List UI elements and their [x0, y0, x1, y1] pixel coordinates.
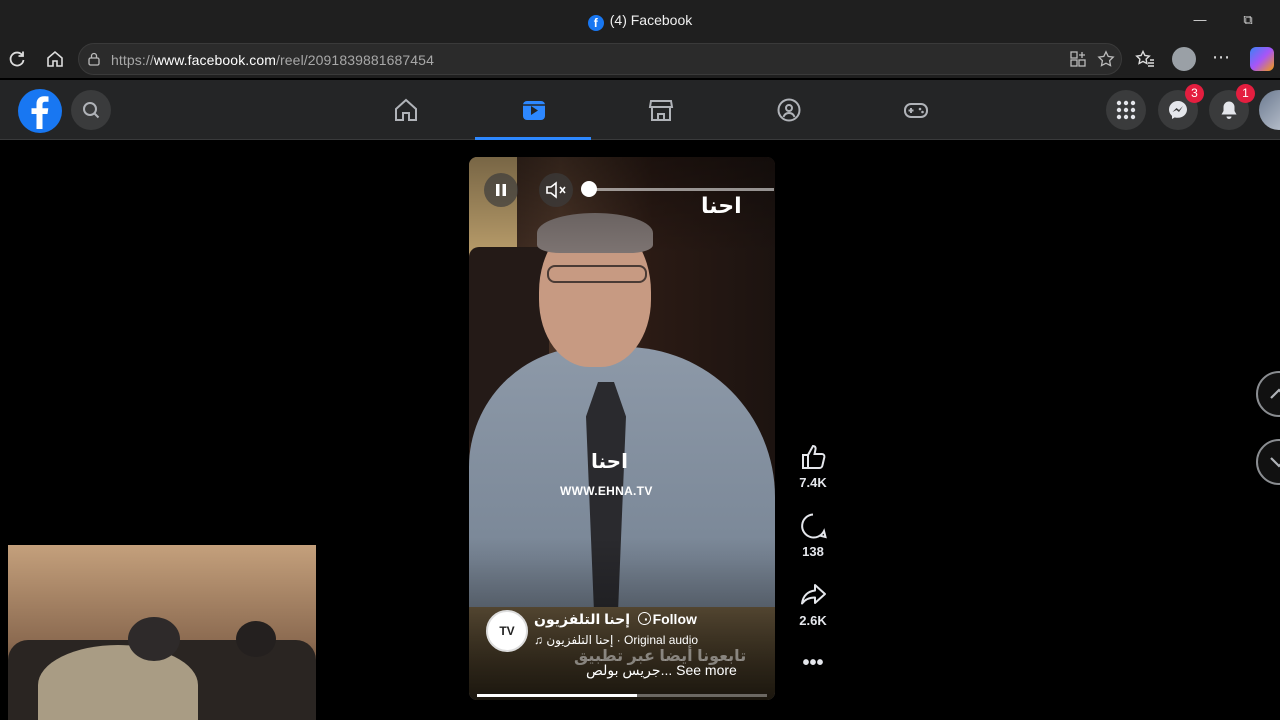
- tab-marketplace[interactable]: [602, 80, 718, 140]
- window-title: f (4) Facebook: [0, 12, 1280, 31]
- menu-button[interactable]: [1106, 90, 1146, 130]
- channel-watermark-center: احنا: [591, 451, 629, 473]
- search-icon: [83, 102, 100, 119]
- grid-menu-icon: [1116, 100, 1136, 120]
- comment-count: 138: [802, 544, 824, 559]
- share-arrow-icon: [801, 584, 826, 605]
- reel-video[interactable]: احنا احنا WWW.EHNA.TV TV إحنا التلفزيون …: [469, 157, 775, 700]
- muted-speaker-icon: [546, 181, 566, 199]
- profile-avatar[interactable]: [1172, 47, 1196, 71]
- copilot-icon[interactable]: [1250, 47, 1274, 71]
- minimize-button[interactable]: —: [1190, 10, 1210, 30]
- notifications-button[interactable]: 1: [1209, 84, 1255, 130]
- messenger-button[interactable]: 3: [1158, 84, 1204, 130]
- messenger-icon: [1169, 101, 1187, 119]
- audio-label[interactable]: ♫ إحنا التلفزيون · Original audio: [534, 633, 698, 647]
- browser-title-bar: f (4) Facebook — ⧉: [0, 0, 1280, 40]
- reel-progress-bar[interactable]: [477, 694, 767, 697]
- lock-icon[interactable]: [87, 52, 101, 66]
- groups-icon: [777, 98, 801, 122]
- like-count: 7.4K: [799, 475, 827, 490]
- author-name[interactable]: إحنا التلفزيون: [534, 611, 651, 628]
- tab-title: (4) Facebook: [609, 12, 693, 28]
- volume-slider-track[interactable]: [588, 188, 774, 191]
- gaming-icon: [904, 103, 928, 118]
- volume-slider-knob[interactable]: [581, 181, 597, 197]
- reel-progress-fill: [477, 694, 637, 697]
- favorite-star-icon[interactable]: [1097, 50, 1115, 68]
- mute-button[interactable]: [539, 173, 573, 207]
- channel-watermark-url: WWW.EHNA.TV: [560, 484, 653, 498]
- tab-home[interactable]: [347, 80, 463, 140]
- restore-button[interactable]: ⧉: [1238, 10, 1258, 30]
- like-button[interactable]: 7.4K: [793, 443, 833, 490]
- comment-button[interactable]: 138: [793, 512, 833, 559]
- account-avatar[interactable]: [1259, 90, 1280, 130]
- bell-icon: [1221, 101, 1237, 119]
- facebook-favicon-icon: f: [587, 15, 604, 31]
- refresh-icon[interactable]: [7, 49, 27, 69]
- notifications-badge: 1: [1236, 84, 1255, 103]
- pause-icon: [496, 184, 506, 196]
- url-text: https://www.facebook.com/reel/2091839881…: [111, 52, 434, 68]
- home-icon: [395, 98, 417, 121]
- comment-icon: [801, 513, 827, 539]
- facebook-header: 3 1: [0, 80, 1280, 140]
- messenger-badge: 3: [1185, 84, 1204, 103]
- tab-reels[interactable]: [475, 80, 591, 140]
- webcam-person-body: [38, 645, 198, 720]
- chevron-down-icon: [1270, 457, 1280, 468]
- next-reel-button[interactable]: [1256, 439, 1280, 485]
- thumbs-up-icon: [802, 444, 826, 469]
- marketplace-icon: [648, 100, 674, 121]
- more-menu-icon[interactable]: ⋯: [1212, 47, 1230, 68]
- webcam-overlay: [8, 545, 316, 720]
- follow-button[interactable]: · Follow: [644, 611, 697, 627]
- tab-groups[interactable]: [730, 80, 846, 140]
- search-button[interactable]: [71, 90, 111, 130]
- webcam-person-head-2: [236, 621, 276, 657]
- reel-caption[interactable]: جريس بولص... See more: [586, 662, 737, 679]
- previous-reel-button[interactable]: [1256, 371, 1280, 417]
- video-icon: [523, 101, 545, 120]
- facebook-f-icon: [31, 96, 49, 129]
- more-options-icon[interactable]: •••: [793, 652, 833, 675]
- tab-gaming[interactable]: [857, 80, 973, 140]
- apps-add-icon[interactable]: [1069, 50, 1087, 68]
- pause-button[interactable]: [484, 173, 518, 207]
- share-button[interactable]: 2.6K: [793, 581, 833, 628]
- home-icon[interactable]: [45, 49, 65, 69]
- facebook-logo[interactable]: [18, 89, 62, 133]
- favorites-icon[interactable]: [1135, 49, 1155, 69]
- channel-watermark-top: احنا: [701, 193, 743, 218]
- share-count: 2.6K: [799, 613, 827, 628]
- address-bar: https://www.facebook.com/reel/2091839881…: [0, 40, 1280, 78]
- url-field[interactable]: https://www.facebook.com/reel/2091839881…: [78, 43, 1122, 75]
- webcam-person-head: [128, 617, 180, 661]
- author-avatar[interactable]: TV: [486, 610, 528, 652]
- chevron-up-icon: [1270, 388, 1280, 399]
